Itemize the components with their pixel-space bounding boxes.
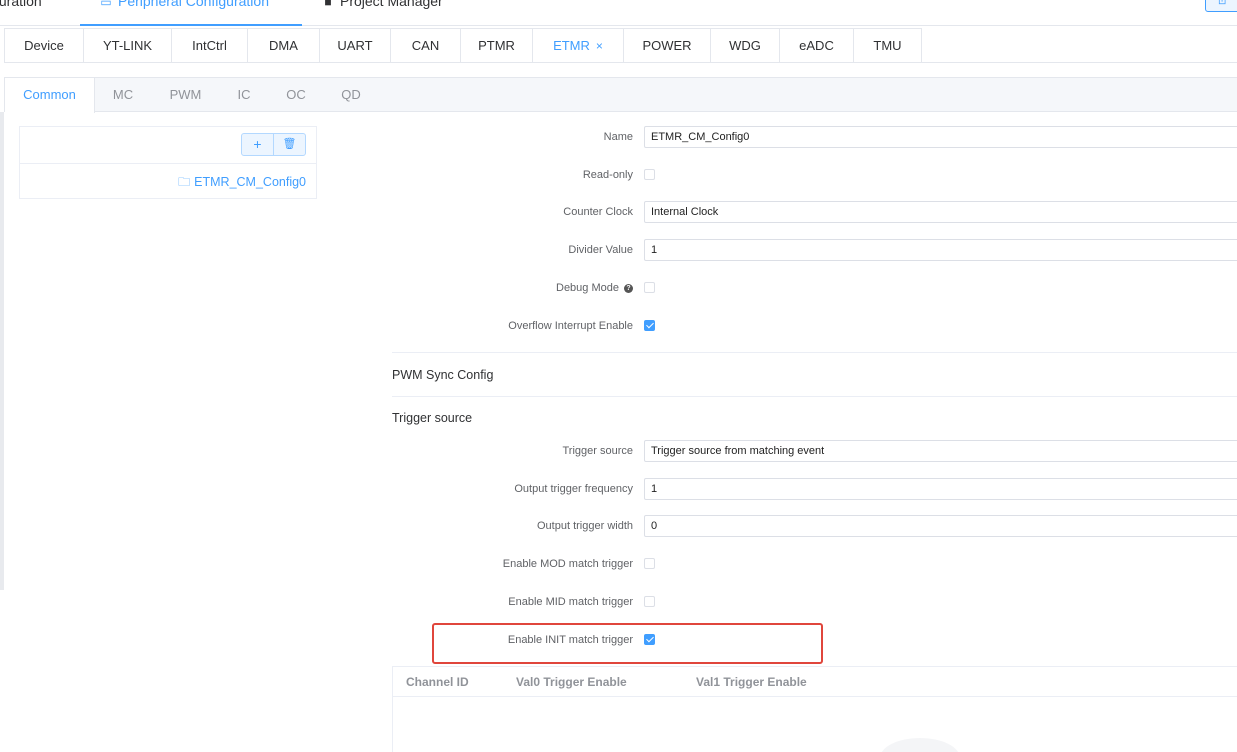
tab-label: OC xyxy=(286,87,306,102)
tab-label: QD xyxy=(341,87,361,102)
counter-clock-select[interactable]: Internal Clock xyxy=(644,201,1237,223)
tab-uart[interactable]: UART xyxy=(320,28,391,63)
debug-mode-label: Debug Mode? xyxy=(556,281,633,295)
tab-label: ETMR xyxy=(553,38,590,53)
tab-label: PWM xyxy=(169,87,202,102)
tab-label: CAN xyxy=(411,38,440,53)
tab-label: IC xyxy=(237,87,251,102)
divider-value-input[interactable]: 1 xyxy=(644,239,1237,261)
trigger-section-title: Trigger source xyxy=(392,411,473,425)
tab-configuration[interactable]: iguration xyxy=(0,0,42,26)
mod-match-checkbox[interactable] xyxy=(644,558,655,569)
tab-qd[interactable]: QD xyxy=(336,78,366,112)
tab-label: DMA xyxy=(269,38,298,53)
column-header[interactable]: Channel ID xyxy=(406,675,469,689)
name-label: Name xyxy=(603,131,633,143)
plus-icon: + xyxy=(253,136,262,152)
corner-button[interactable]: ⊡ xyxy=(1205,0,1237,12)
output-trigger-width-label: Output trigger width xyxy=(537,520,633,532)
tab-label: POWER xyxy=(642,38,692,53)
overflow-interrupt-label: Overflow Interrupt Enable xyxy=(508,320,633,332)
tab-label: eADC xyxy=(799,38,834,53)
list-toolbar: + 🗑 xyxy=(20,127,316,164)
tab-label: iguration xyxy=(0,0,42,9)
debug-mode-checkbox[interactable] xyxy=(644,282,655,293)
table-header: Channel ID Val0 Trigger Enable Val1 Trig… xyxy=(393,667,1237,697)
top-navigation: iguration ▭ Peripheral Configuration ■ Pro… xyxy=(0,0,1237,26)
sub-tabs: Common MC PWM IC OC QD xyxy=(4,77,1237,113)
read-only-label: Read-only xyxy=(582,169,633,181)
tab-label: PTMR xyxy=(478,38,515,53)
trash-icon: 🗑 xyxy=(282,138,297,150)
tab-label: Project Manager xyxy=(340,0,443,9)
side-scroll-track xyxy=(0,112,4,590)
peripheral-tabs: Device YT-LINK IntCtrl DMA UART CAN PTMR… xyxy=(4,28,922,63)
delete-button[interactable]: 🗑 xyxy=(273,134,305,155)
tab-label: UART xyxy=(337,38,373,53)
highlight-box xyxy=(432,623,823,664)
config-list-panel: + 🗑 🗀 ETMR_CM_Config0 xyxy=(19,126,317,199)
tab-tmu[interactable]: TMU xyxy=(854,28,922,63)
tabs-divider xyxy=(4,62,1237,63)
section-divider xyxy=(392,352,1237,353)
tab-label: Peripheral Configuration xyxy=(118,0,269,9)
tab-label: YT-LINK xyxy=(102,38,153,53)
tab-dma[interactable]: DMA xyxy=(248,28,320,63)
tab-etmr[interactable]: ETMR × xyxy=(533,28,624,63)
trigger-source-label: Trigger source xyxy=(562,445,633,457)
tab-can[interactable]: CAN xyxy=(391,28,461,63)
counter-clock-label: Counter Clock xyxy=(563,206,633,218)
tab-label: MC xyxy=(112,87,134,102)
mod-match-label: Enable MOD match trigger xyxy=(502,558,633,570)
column-header[interactable]: Val0 Trigger Enable xyxy=(516,675,627,689)
column-header[interactable]: Val1 Trigger Enable xyxy=(696,675,807,689)
section-divider xyxy=(392,396,1237,397)
debug-mode-text: Debug Mode xyxy=(556,282,619,294)
output-trigger-frequency-label: Output trigger frequency xyxy=(514,483,633,495)
tab-pwm[interactable]: PWM xyxy=(163,78,208,112)
divider-value-label: Divider Value xyxy=(568,244,633,256)
output-trigger-frequency-input[interactable]: 1 xyxy=(644,478,1237,500)
document-icon: ■ xyxy=(324,0,332,9)
tab-ic[interactable]: IC xyxy=(231,78,257,112)
list-item[interactable]: 🗀 ETMR_CM_Config0 xyxy=(178,173,306,194)
tab-power[interactable]: POWER xyxy=(624,28,711,63)
channel-table: Channel ID Val0 Trigger Enable Val1 Trig… xyxy=(392,666,1237,752)
tab-wdg[interactable]: WDG xyxy=(711,28,780,63)
tab-eadc[interactable]: eADC xyxy=(780,28,854,63)
monitor-icon: ▭ xyxy=(100,0,112,9)
tab-mc[interactable]: MC xyxy=(103,78,143,112)
tab-intctrl[interactable]: IntCtrl xyxy=(172,28,248,63)
tab-label: Device xyxy=(24,38,64,53)
mid-match-label: Enable MID match trigger xyxy=(508,596,633,608)
tab-common[interactable]: Common xyxy=(5,78,95,113)
tab-label: TMU xyxy=(873,38,902,53)
help-icon[interactable]: ? xyxy=(624,284,633,293)
tab-peripheral-configuration[interactable]: ▭ Peripheral Configuration xyxy=(80,0,302,26)
add-button[interactable]: + xyxy=(242,134,273,155)
overflow-interrupt-checkbox[interactable] xyxy=(644,320,655,331)
tab-project-manager[interactable]: ■ Project Manager xyxy=(322,0,443,26)
pwm-sync-section-title[interactable]: PWM Sync Config xyxy=(392,368,493,382)
list-item-label: ETMR_CM_Config0 xyxy=(194,175,306,189)
export-icon: ⊡ xyxy=(1218,0,1227,7)
close-icon[interactable]: × xyxy=(596,39,603,53)
folder-icon: 🗀 xyxy=(178,175,191,189)
tab-label: Common xyxy=(23,87,76,102)
mid-match-checkbox[interactable] xyxy=(644,596,655,607)
tab-label: WDG xyxy=(729,38,761,53)
tab-oc[interactable]: OC xyxy=(281,78,311,112)
name-input[interactable]: ETMR_CM_Config0 xyxy=(644,126,1237,148)
tab-yt-link[interactable]: YT-LINK xyxy=(84,28,172,63)
output-trigger-width-input[interactable]: 0 xyxy=(644,515,1237,537)
tab-device[interactable]: Device xyxy=(5,28,84,63)
list-button-group: + 🗑 xyxy=(241,133,306,156)
read-only-checkbox[interactable] xyxy=(644,169,655,180)
tab-label: IntCtrl xyxy=(192,38,227,53)
trigger-source-select[interactable]: Trigger source from matching event xyxy=(644,440,1237,462)
tab-ptmr[interactable]: PTMR xyxy=(461,28,533,63)
